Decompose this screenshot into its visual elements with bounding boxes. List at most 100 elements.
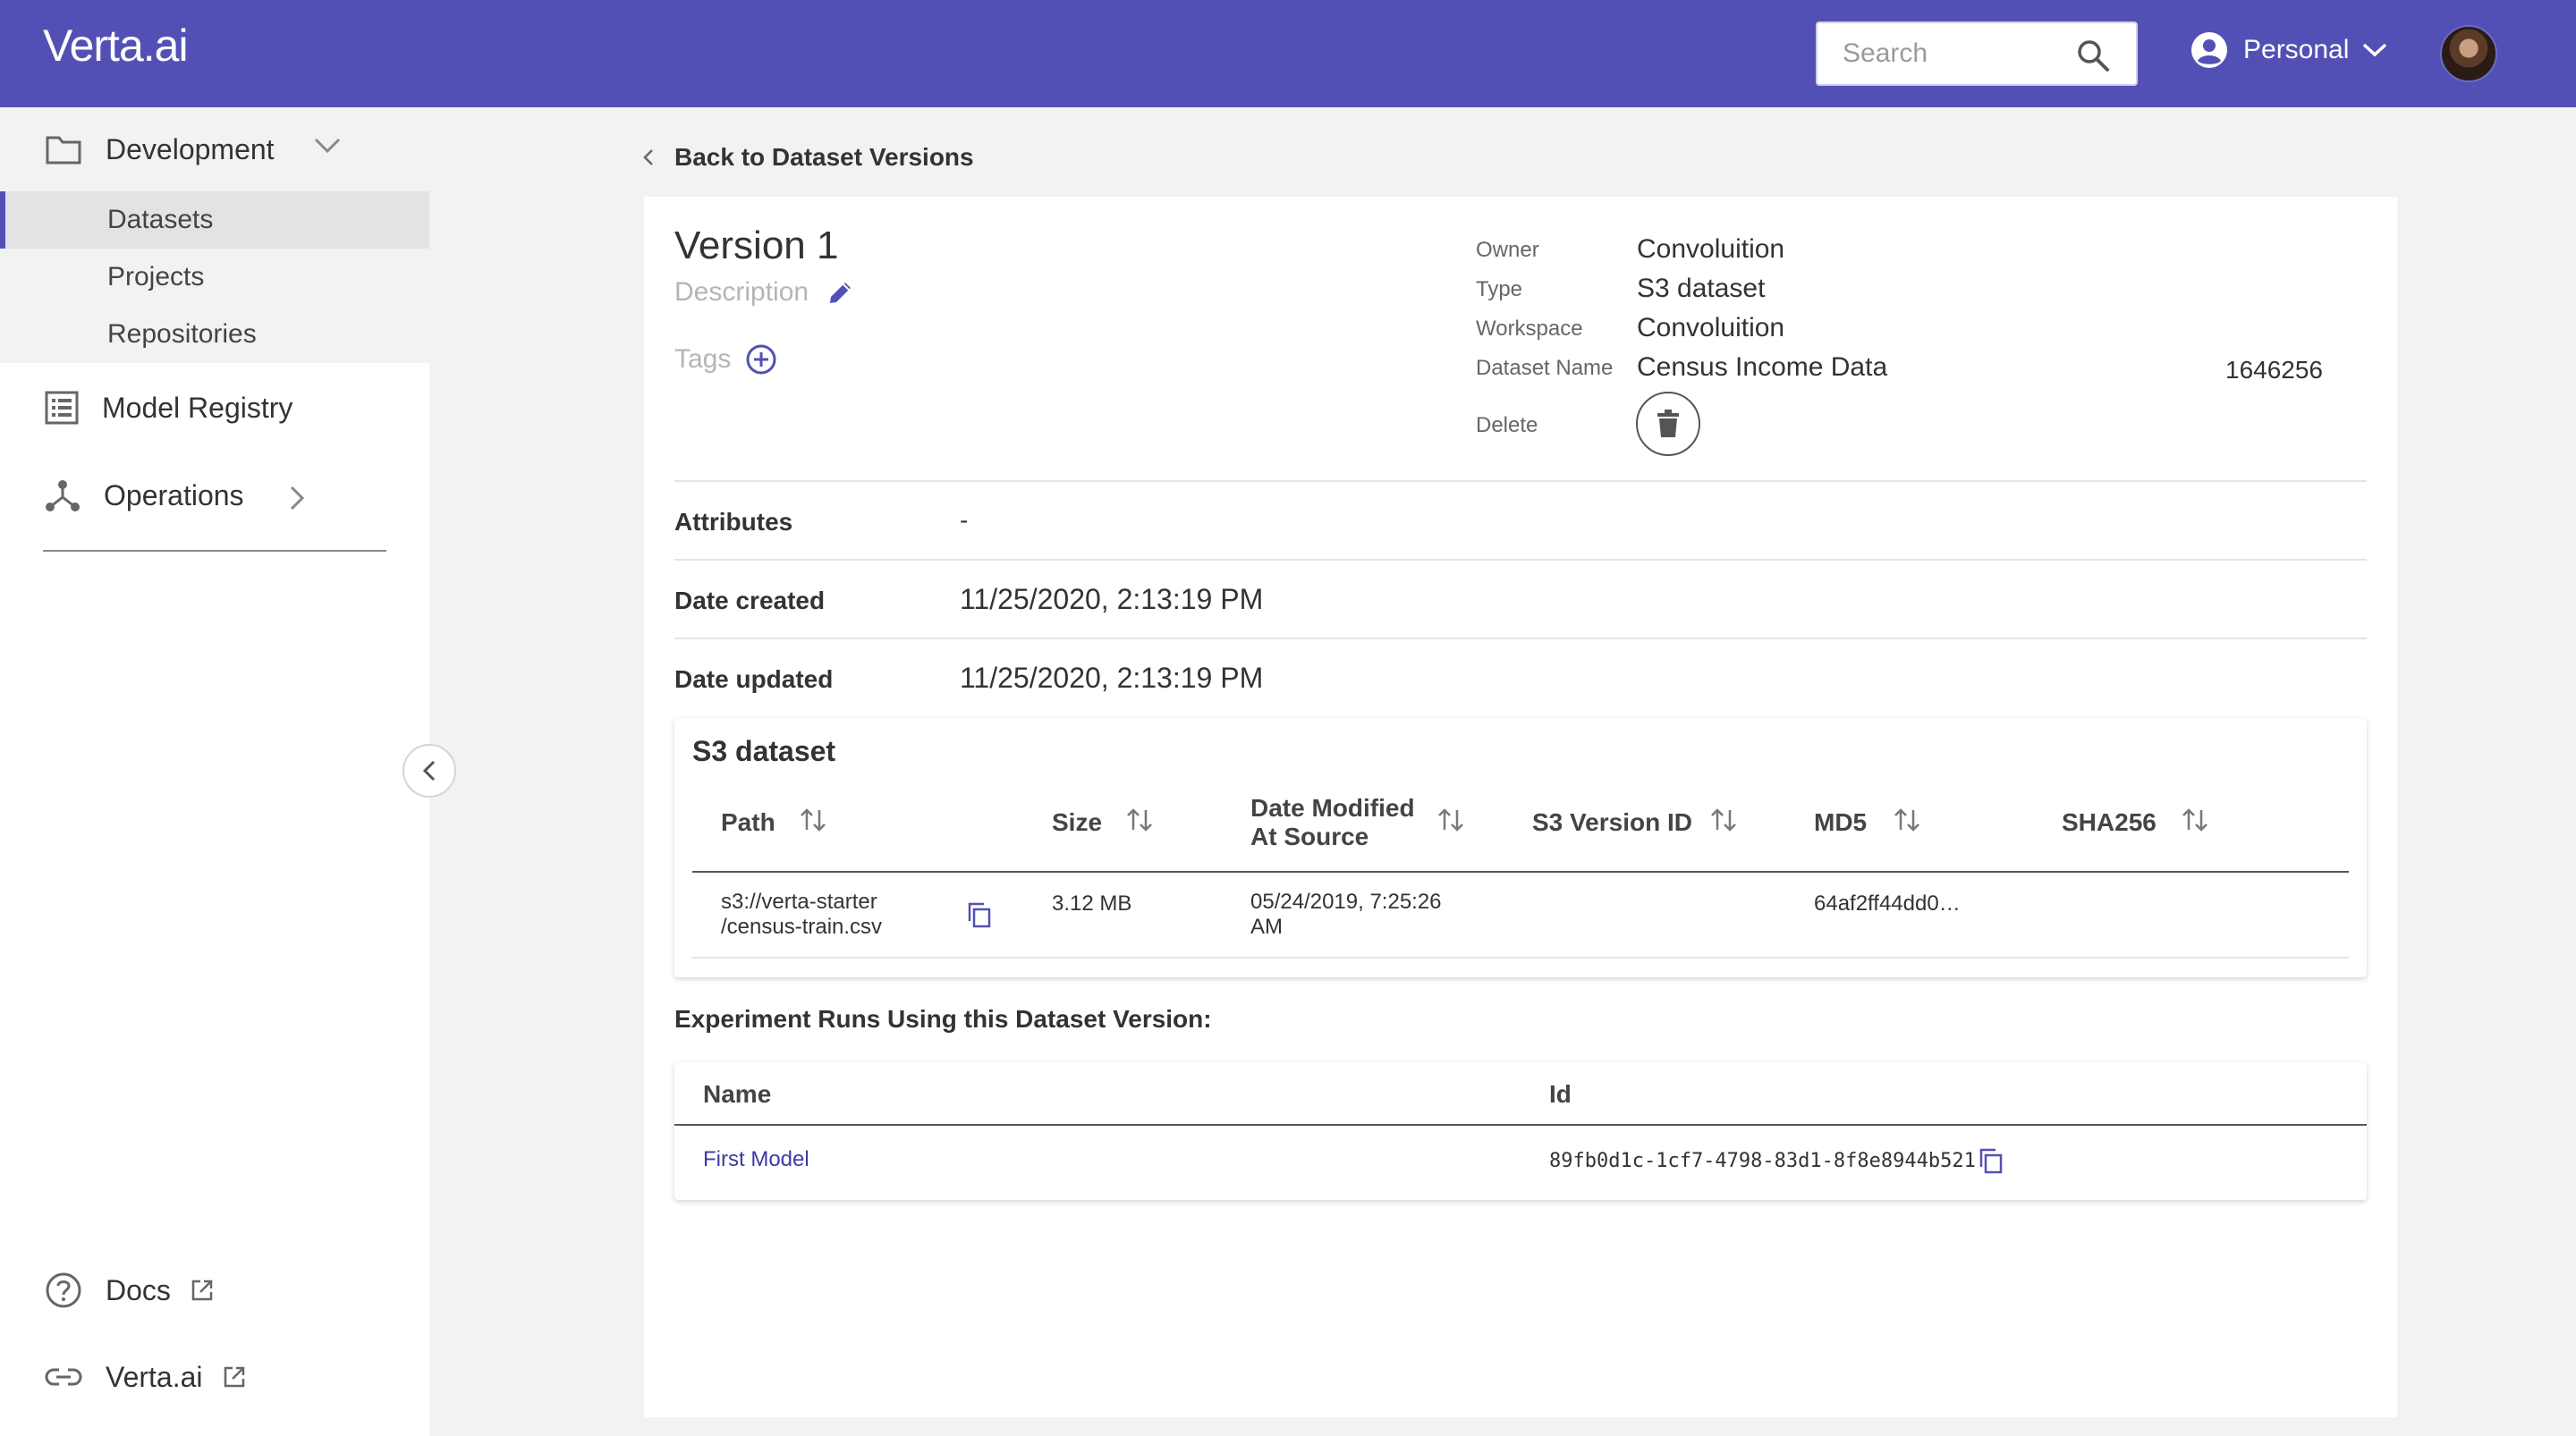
chevron-left-icon bbox=[422, 760, 436, 781]
tags: Tags bbox=[674, 343, 777, 376]
delete-button[interactable] bbox=[1636, 392, 1700, 456]
search-box[interactable] bbox=[1816, 21, 2138, 86]
dataset-id: 1646256 bbox=[2225, 356, 2324, 384]
experiment-runs-table bbox=[674, 1062, 2367, 1200]
s3-dataset-title: S3 dataset bbox=[692, 735, 836, 767]
column-header-name: Name bbox=[703, 1080, 772, 1108]
table-header-divider bbox=[692, 871, 2349, 873]
owner-value: Convoluition bbox=[1637, 234, 1785, 264]
workspace-picker[interactable]: Personal bbox=[2190, 30, 2388, 70]
attributes-value: - bbox=[960, 506, 969, 534]
divider bbox=[674, 480, 2367, 482]
cell-date-modified: 05/24/2019, 7:25:26 AM bbox=[1250, 890, 1442, 940]
sort-icon[interactable] bbox=[1708, 807, 1739, 833]
sidebar-item-operations[interactable]: Operations bbox=[0, 460, 429, 531]
attributes-label: Attributes bbox=[674, 508, 793, 536]
add-tag-icon[interactable] bbox=[745, 343, 777, 376]
description-placeholder: Description bbox=[674, 277, 809, 307]
s3-dataset-card bbox=[674, 718, 2367, 977]
copy-icon[interactable] bbox=[1978, 1147, 2004, 1174]
sidebar-divider bbox=[43, 550, 386, 552]
column-header-md5[interactable]: MD5 bbox=[1814, 808, 1867, 837]
run-id: 89fb0d1c-1cf7-4798-83d1-8f8e8944b521 bbox=[1549, 1150, 1976, 1172]
sidebar-item-label: Verta.ai bbox=[106, 1360, 203, 1393]
dataset-name-label: Dataset Name bbox=[1476, 356, 1614, 380]
workspace-value: Convoluition bbox=[1637, 313, 1785, 342]
chevron-down-icon bbox=[2363, 43, 2387, 57]
avatar[interactable] bbox=[2440, 25, 2497, 82]
table-header-divider bbox=[674, 1124, 2367, 1126]
back-to-versions-link[interactable]: Back to Dataset Versions bbox=[642, 143, 974, 172]
sidebar-group-development: Development Datasets Projects Repositori… bbox=[0, 107, 429, 363]
top-bar: Verta.ai Personal bbox=[0, 0, 2576, 107]
chevron-down-icon bbox=[314, 138, 341, 154]
chevron-right-icon bbox=[290, 486, 305, 511]
sidebar-item-datasets[interactable]: Datasets bbox=[0, 191, 429, 249]
external-link-icon bbox=[191, 1280, 213, 1301]
column-header-line: Date Modified bbox=[1250, 794, 1415, 822]
sidebar-item-label: Development bbox=[106, 132, 275, 165]
date-updated-value: 11/25/2020, 2:13:19 PM bbox=[960, 662, 1264, 694]
edit-pencil-icon[interactable] bbox=[826, 278, 855, 307]
help-circle-icon bbox=[46, 1272, 81, 1308]
delete-label: Delete bbox=[1476, 413, 1538, 437]
sidebar-item-label: Operations bbox=[104, 478, 244, 511]
experiment-runs-title: Experiment Runs Using this Dataset Versi… bbox=[674, 1005, 1212, 1033]
date-updated-label: Date updated bbox=[674, 665, 834, 693]
column-header-s3-version-id[interactable]: S3 Version ID bbox=[1532, 808, 1692, 837]
path-line: s3://verta-starter bbox=[721, 890, 877, 914]
date-created-label: Date created bbox=[674, 587, 826, 614]
external-link-icon bbox=[224, 1366, 244, 1388]
sidebar-item-label: Docs bbox=[106, 1273, 171, 1306]
cell-path: s3://verta-starter /census-train.csv bbox=[721, 890, 882, 940]
sort-icon[interactable] bbox=[2180, 807, 2210, 833]
sidebar-item-projects[interactable]: Projects bbox=[0, 249, 429, 306]
column-header-line: At Source bbox=[1250, 823, 1369, 850]
workspace-label: Personal bbox=[2243, 35, 2350, 64]
date-line: 05/24/2019, 7:25:26 bbox=[1250, 890, 1442, 914]
logo[interactable]: Verta.ai bbox=[43, 20, 189, 72]
list-icon bbox=[45, 391, 79, 425]
copy-icon[interactable] bbox=[966, 901, 993, 928]
trash-icon bbox=[1657, 410, 1679, 437]
page-title: Version 1 bbox=[674, 224, 839, 267]
date-line: AM bbox=[1250, 915, 1283, 939]
link-icon bbox=[45, 1368, 82, 1386]
sidebar-item-repositories[interactable]: Repositories bbox=[0, 306, 429, 363]
date-created-value: 11/25/2020, 2:13:19 PM bbox=[960, 583, 1264, 615]
search-icon[interactable] bbox=[2075, 38, 2111, 73]
back-link-label: Back to Dataset Versions bbox=[674, 143, 974, 171]
cell-size: 3.12 MB bbox=[1052, 891, 1132, 916]
type-value: S3 dataset bbox=[1637, 274, 1766, 303]
sidebar-item-label: Model Registry bbox=[102, 391, 293, 424]
column-header-path[interactable]: Path bbox=[721, 808, 775, 837]
sidebar-item-model-registry[interactable]: Model Registry bbox=[0, 372, 429, 443]
description: Description bbox=[674, 277, 855, 308]
sort-icon[interactable] bbox=[1124, 807, 1155, 833]
tags-label: Tags bbox=[674, 344, 732, 374]
sort-icon[interactable] bbox=[1892, 807, 1922, 833]
sidebar-collapse-button[interactable] bbox=[402, 744, 456, 798]
run-name-link[interactable]: First Model bbox=[703, 1147, 809, 1172]
divider bbox=[674, 638, 2367, 639]
column-header-sha256[interactable]: SHA256 bbox=[2062, 808, 2157, 837]
path-line: /census-train.csv bbox=[721, 915, 883, 939]
table-row-divider bbox=[692, 957, 2349, 959]
sort-icon[interactable] bbox=[1436, 807, 1466, 833]
column-header-date-modified[interactable]: Date Modified At Source bbox=[1250, 794, 1415, 851]
column-header-id: Id bbox=[1549, 1080, 1572, 1108]
search-input[interactable] bbox=[1843, 38, 2066, 69]
sidebar-item-docs[interactable]: Docs bbox=[0, 1254, 429, 1326]
owner-label: Owner bbox=[1476, 238, 1539, 262]
sort-icon[interactable] bbox=[798, 807, 828, 833]
chevron-left-icon bbox=[643, 149, 653, 165]
divider bbox=[674, 559, 2367, 561]
sidebar: Development Datasets Projects Repositori… bbox=[0, 107, 429, 1436]
sidebar-item-verta[interactable]: Verta.ai bbox=[0, 1341, 429, 1413]
type-label: Type bbox=[1476, 277, 1523, 301]
column-header-size[interactable]: Size bbox=[1052, 808, 1102, 837]
operations-icon bbox=[46, 480, 80, 511]
sidebar-item-development[interactable]: Development bbox=[0, 107, 429, 191]
folder-icon bbox=[46, 136, 81, 165]
account-circle-icon bbox=[2191, 32, 2227, 68]
